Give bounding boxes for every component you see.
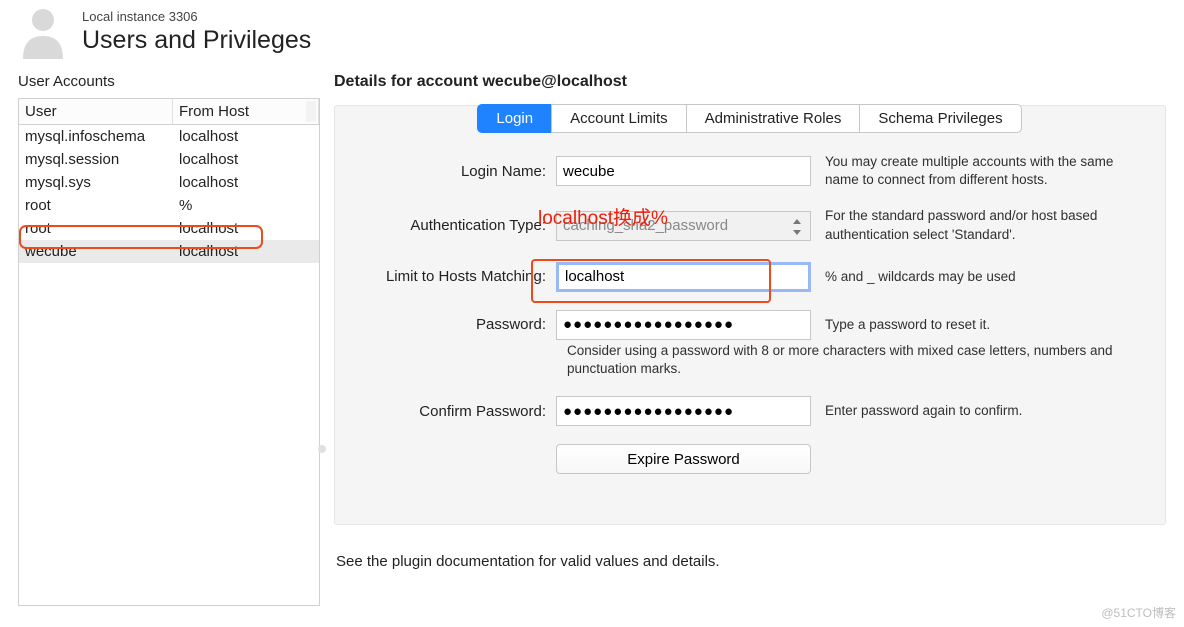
page-title: Users and Privileges [82,26,311,55]
auth-type-label: Authentication Type: [351,217,556,234]
stepper-icon [790,218,804,236]
cell-host: % [173,196,319,215]
login-name-hint: You may create multiple accounts with th… [811,153,1149,189]
table-row[interactable]: root% [19,194,319,217]
confirm-password-input[interactable] [556,396,811,426]
user-accounts-table: User From Host mysql.infoschemalocalhost… [18,98,320,606]
table-row[interactable]: rootlocalhost [19,217,319,240]
auth-type-hint: For the standard password and/or host ba… [811,207,1149,243]
instance-label: Local instance 3306 [82,9,311,24]
table-row[interactable]: wecubelocalhost [19,240,319,263]
cell-user: mysql.infoschema [19,127,173,146]
table-body: mysql.infoschemalocalhostmysql.sessionlo… [19,125,319,605]
login-name-label: Login Name: [351,163,556,180]
cell-user: root [19,196,173,215]
cell-host: localhost [173,173,319,192]
login-name-input[interactable] [556,156,811,186]
avatar [18,4,68,59]
password-label: Password: [351,316,556,333]
cell-user: mysql.sys [19,173,173,192]
watermark: @51CTO博客 [1101,604,1176,621]
user-accounts-heading: User Accounts [18,73,320,90]
login-form: Login Name: You may create multiple acco… [335,133,1165,484]
tab-admin[interactable]: Administrative Roles [686,104,861,133]
account-details-panel: Details for account wecube@localhost Log… [320,73,1166,606]
details-tab-panel: LoginAccount LimitsAdministrative RolesS… [334,105,1166,525]
cell-host: localhost [173,219,319,238]
page-header: Local instance 3306 Users and Privileges [0,0,1184,73]
auth-type-select[interactable]: caching_sha2_password [556,211,811,241]
cell-host: localhost [173,150,319,169]
cell-host: localhost [173,242,319,261]
limit-hosts-label: Limit to Hosts Matching: [351,268,556,285]
table-row[interactable]: mysql.sessionlocalhost [19,148,319,171]
table-row[interactable]: mysql.infoschemalocalhost [19,125,319,148]
tab-schema[interactable]: Schema Privileges [859,104,1021,133]
cell-user: mysql.session [19,150,173,169]
expire-password-button[interactable]: Expire Password [556,444,811,474]
plugin-documentation-note: See the plugin documentation for valid v… [334,525,1166,570]
column-user[interactable]: User [19,99,173,124]
limit-hosts-hint: % and _ wildcards may be used [811,268,1149,286]
password-advice: Consider using a password with 8 or more… [567,342,1149,378]
confirm-password-label: Confirm Password: [351,403,556,420]
cell-host: localhost [173,127,319,146]
table-row[interactable]: mysql.syslocalhost [19,171,319,194]
password-hint: Type a password to reset it. [811,316,1149,334]
tab-login[interactable]: Login [477,104,552,133]
user-accounts-panel: User Accounts User From Host mysql.infos… [18,73,320,606]
table-header: User From Host [19,99,319,125]
confirm-password-hint: Enter password again to confirm. [811,402,1149,420]
tab-limits[interactable]: Account Limits [551,104,687,133]
limit-hosts-input[interactable] [556,262,811,292]
password-input[interactable] [556,310,811,340]
cell-user: root [19,219,173,238]
column-from-host[interactable]: From Host [173,99,319,124]
cell-user: wecube [19,242,173,261]
auth-type-value: caching_sha2_password [563,217,728,234]
tabs: LoginAccount LimitsAdministrative RolesS… [335,104,1165,133]
details-heading: Details for account wecube@localhost [334,73,1166,91]
